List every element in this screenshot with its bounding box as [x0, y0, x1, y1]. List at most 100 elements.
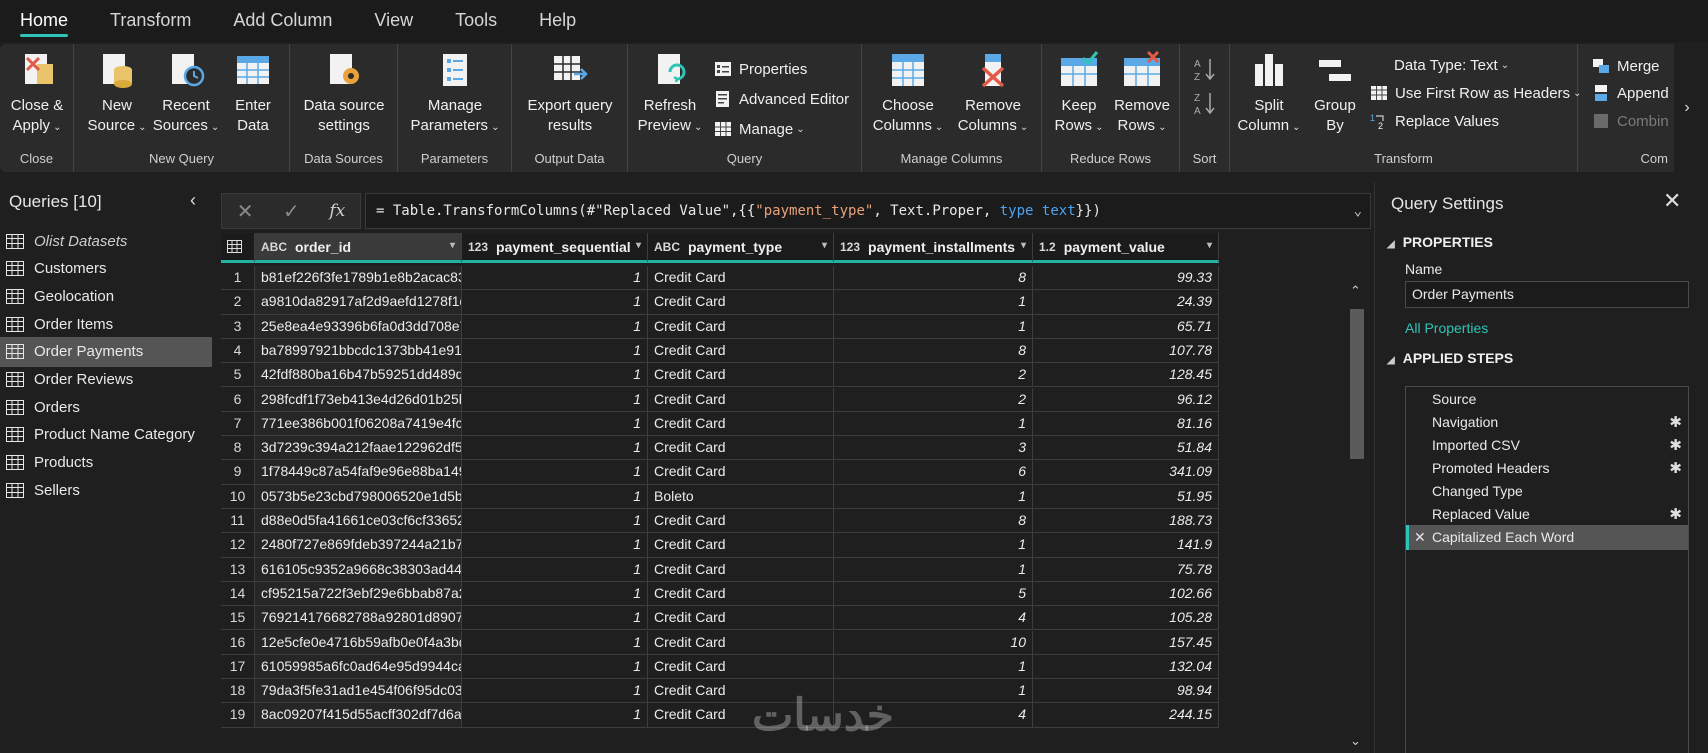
table-cell[interactable]: 1 — [462, 338, 648, 364]
collapse-queries-button[interactable]: ‹ — [190, 190, 196, 211]
grid-vertical-scrollbar[interactable]: ⌃ ⌄ — [1347, 283, 1367, 753]
query-name-input[interactable]: Order Payments — [1405, 281, 1689, 308]
manage-parameters-button[interactable]: Manage Parameters ⌄ — [406, 50, 504, 138]
column-header[interactable]: ABC payment_type ▾ — [648, 233, 834, 263]
table-cell[interactable]: 1 — [462, 387, 648, 412]
table-row[interactable]: 1761059985a6fc0ad64e95d9944caacd...1Cred… — [221, 654, 1329, 681]
table-cell[interactable]: 107.78 — [1033, 338, 1219, 364]
table-cell[interactable]: 1 — [834, 411, 1033, 437]
table-row[interactable]: 7771ee386b001f06208a7419e4fc1bb...1Credi… — [221, 411, 1329, 438]
table-cell[interactable]: 1 — [834, 314, 1033, 339]
tab-tools[interactable]: Tools — [443, 0, 509, 42]
table-cell[interactable]: 25e8ea4e93396b6fa0d3dd708e76c1... — [255, 314, 462, 339]
table-cell[interactable]: Credit Card — [648, 436, 834, 461]
column-header[interactable]: 123 payment_sequential ▾ — [462, 233, 648, 263]
column-filter-dropdown-icon[interactable]: ▾ — [1021, 240, 1026, 251]
table-cell[interactable]: 1 — [834, 557, 1033, 582]
all-properties-link[interactable]: All Properties — [1405, 320, 1488, 336]
table-cell[interactable]: 771ee386b001f06208a7419e4fc1bb... — [255, 411, 462, 437]
table-cell[interactable]: Boleto — [648, 484, 834, 509]
table-cell[interactable]: 1 — [462, 654, 648, 680]
table-cell[interactable]: Credit Card — [648, 581, 834, 607]
column-filter-dropdown-icon[interactable]: ▾ — [636, 240, 641, 251]
applied-step[interactable]: ✕ Capitalized Each Word — [1406, 525, 1688, 550]
data-type-icon[interactable]: 1.2 — [1039, 240, 1056, 254]
table-cell[interactable]: 1 — [834, 533, 1033, 558]
query-item[interactable]: Olist Datasets — [0, 226, 212, 256]
query-item[interactable]: Products — [0, 448, 212, 478]
split-column-button[interactable]: Split Column ⌄ — [1236, 50, 1302, 138]
table-row[interactable]: 1b81ef226f3fe1789b1e8b2acac839d171Credit… — [221, 266, 1329, 292]
table-cell[interactable]: 2480f727e869fdeb397244a21b721b... — [255, 533, 462, 558]
table-cell[interactable]: 769214176682788a92801d8907fa1... — [255, 606, 462, 631]
table-cell[interactable]: 79da3f5fe31ad1e454f06f95dc032ad5 — [255, 679, 462, 704]
applied-step[interactable]: Promoted Headers ✱ — [1406, 456, 1688, 481]
table-cell[interactable]: 6 — [834, 460, 1033, 485]
table-cell[interactable]: 141.9 — [1033, 533, 1219, 558]
table-row[interactable]: 11d88e0d5fa41661ce03cf6cf3365276461Credi… — [221, 509, 1329, 535]
applied-steps-section-header[interactable]: ◢ APPLIED STEPS — [1387, 350, 1513, 366]
table-cell[interactable]: Credit Card — [648, 363, 834, 388]
table-cell[interactable]: 132.04 — [1033, 654, 1219, 680]
table-cell[interactable]: 1 — [462, 314, 648, 339]
formula-input[interactable]: = Table.TransformColumns(#"Replaced Valu… — [365, 193, 1371, 229]
fx-icon[interactable]: fx — [329, 201, 345, 221]
table-cell[interactable]: 8 — [834, 338, 1033, 364]
step-settings-gear-icon[interactable]: ✱ — [1669, 410, 1682, 435]
tab-view[interactable]: View — [362, 0, 425, 42]
table-cell[interactable]: 1 — [462, 411, 648, 437]
table-cell[interactable]: 1 — [462, 606, 648, 631]
table-cell[interactable]: 128.45 — [1033, 363, 1219, 388]
table-row[interactable]: 542fdf880ba16b47b59251dd489d444...1Credi… — [221, 363, 1329, 389]
table-cell[interactable]: 157.45 — [1033, 630, 1219, 655]
table-cell[interactable]: 1 — [834, 484, 1033, 509]
append-queries-button[interactable]: Append — [1592, 84, 1669, 102]
table-cell[interactable]: Credit Card — [648, 314, 834, 339]
table-cell[interactable]: 99.33 — [1033, 266, 1219, 291]
tab-add-column[interactable]: Add Column — [221, 0, 344, 42]
close-apply-button[interactable]: Close & Apply ⌄ — [6, 50, 68, 138]
table-cell[interactable]: 81.16 — [1033, 411, 1219, 437]
table-cell[interactable]: 65.71 — [1033, 314, 1219, 339]
table-cell[interactable]: 0573b5e23cbd798006520e1d5b4c6... — [255, 484, 462, 509]
table-cell[interactable]: 8ac09207f415d55acff302df7d6a805c — [255, 703, 462, 728]
table-cell[interactable]: 1 — [462, 533, 648, 558]
query-item[interactable]: Order Reviews — [0, 365, 212, 395]
scroll-down-icon[interactable]: ⌄ — [1350, 733, 1361, 749]
table-cell[interactable]: Credit Card — [648, 630, 834, 655]
use-first-row-headers-button[interactable]: Use First Row as Headers ⌄ — [1370, 84, 1581, 102]
step-settings-gear-icon[interactable]: ✱ — [1669, 502, 1682, 527]
remove-rows-button[interactable]: Remove Rows ⌄ — [1110, 50, 1174, 138]
cancel-formula-icon[interactable]: ✕ — [237, 199, 254, 224]
table-cell[interactable]: 2 — [834, 363, 1033, 388]
data-type-icon[interactable]: ABC — [261, 240, 287, 254]
table-cell[interactable]: 12e5cfe0e4716b59afb0e0f4a3bd6570 — [255, 630, 462, 655]
table-row[interactable]: 2a9810da82917af2d9aefd1278f1dcfa01Credit… — [221, 290, 1329, 316]
tab-home[interactable]: Home — [8, 0, 80, 42]
table-cell[interactable]: 3 — [834, 436, 1033, 461]
sort-descending-button[interactable]: ZA — [1194, 90, 1216, 116]
data-type-dropdown[interactable]: Data Type: Text ⌄ — [1394, 57, 1509, 74]
table-cell[interactable]: 298fcdf1f73eb413e4d26d01b25bc1cd — [255, 387, 462, 412]
table-cell[interactable]: ba78997921bbcdc1373bb41e913ab... — [255, 338, 462, 364]
table-row[interactable]: 14cf95215a722f3ebf29e6bbab87a29e611Credi… — [221, 581, 1329, 608]
column-header[interactable]: 1.2 payment_value ▾ — [1033, 233, 1219, 263]
table-cell[interactable]: 2 — [834, 387, 1033, 412]
data-type-icon[interactable]: 123 — [468, 240, 488, 254]
properties-button[interactable]: Properties — [714, 60, 807, 78]
table-cell[interactable]: 1 — [462, 509, 648, 534]
refresh-preview-button[interactable]: Refresh Preview ⌄ — [638, 50, 702, 138]
table-cell[interactable]: Credit Card — [648, 290, 834, 315]
expand-formula-icon[interactable]: ⌄ — [1354, 194, 1362, 228]
table-cell[interactable]: 42fdf880ba16b47b59251dd489d444... — [255, 363, 462, 388]
applied-step[interactable]: Navigation ✱ — [1406, 410, 1688, 435]
combine-files-button[interactable]: Combin — [1592, 112, 1669, 130]
grid-corner-menu[interactable] — [221, 233, 255, 263]
table-cell[interactable]: 1f78449c87a54faf9e96e88ba1491fa9 — [255, 460, 462, 485]
column-header[interactable]: ABC order_id ▾ — [255, 233, 462, 263]
applied-step[interactable]: Imported CSV ✱ — [1406, 433, 1688, 458]
table-row[interactable]: 91f78449c87a54faf9e96e88ba1491fa91Credit… — [221, 460, 1329, 486]
data-type-icon[interactable]: 123 — [840, 240, 860, 254]
query-item[interactable]: Orders — [0, 392, 212, 422]
table-cell[interactable]: 341.09 — [1033, 460, 1219, 485]
